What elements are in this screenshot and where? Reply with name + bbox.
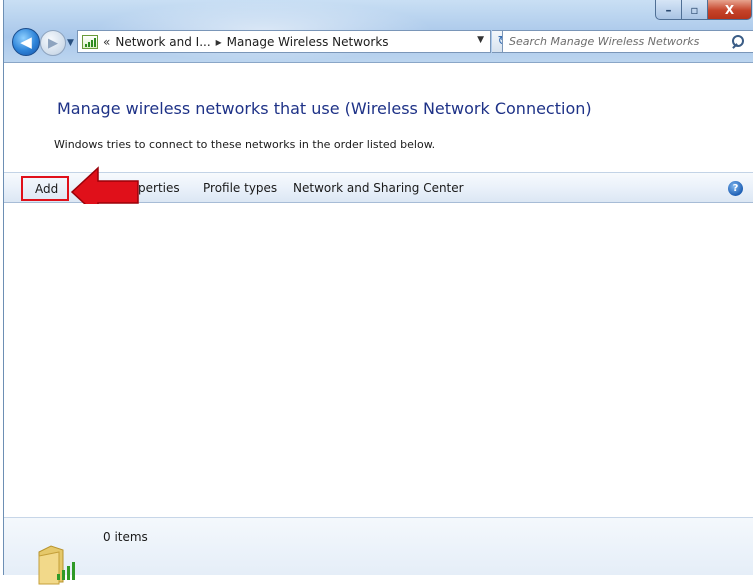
page-description: Windows tries to connect to these networ… <box>54 138 436 151</box>
back-arrow-icon: ◀ <box>20 33 32 51</box>
network-and-sharing-center-button[interactable]: Network and Sharing Center <box>293 181 464 195</box>
profile-types-button[interactable]: Profile types <box>203 181 277 195</box>
item-count: 0 items <box>103 530 148 544</box>
recent-pages-dropdown-icon[interactable]: ▼ <box>67 38 74 48</box>
back-button[interactable]: ◀ <box>12 28 40 56</box>
forward-button[interactable]: ▶ <box>40 30 66 56</box>
wireless-networks-folder-icon <box>38 545 75 585</box>
minimize-button[interactable]: – <box>655 0 682 20</box>
breadcrumb-manage-wireless-networks[interactable]: Manage Wireless Networks <box>227 35 389 49</box>
add-button[interactable]: Add <box>21 176 69 201</box>
breadcrumb-network-and-internet[interactable]: Network and I... <box>115 35 210 49</box>
maximize-button[interactable]: ▫ <box>682 0 708 20</box>
details-pane: 0 items <box>4 517 753 585</box>
explorer-window: – ▫ X ◀ ▶ ▼ « Network and I... ▸ Manage … <box>3 0 753 585</box>
search-box[interactable] <box>502 30 753 53</box>
search-input[interactable] <box>503 31 731 52</box>
window-controls: – ▫ X <box>655 0 752 20</box>
forward-arrow-icon: ▶ <box>48 35 58 51</box>
page-title: Manage wireless networks that use (Wirel… <box>57 99 592 118</box>
network-icon <box>82 34 98 49</box>
address-overflow-chevron[interactable]: « <box>103 35 110 49</box>
address-dropdown-icon[interactable]: ▼ <box>477 35 484 45</box>
address-bar[interactable]: « Network and I... ▸ Manage Wireless Net… <box>77 30 491 53</box>
breadcrumb-separator-icon[interactable]: ▸ <box>216 35 222 49</box>
help-icon[interactable]: ? <box>728 181 743 196</box>
close-button[interactable]: X <box>708 0 752 20</box>
search-icon[interactable] <box>731 34 745 49</box>
window-chrome: – ▫ X ◀ ▶ ▼ « Network and I... ▸ Manage … <box>4 0 753 63</box>
network-list[interactable] <box>4 204 753 517</box>
